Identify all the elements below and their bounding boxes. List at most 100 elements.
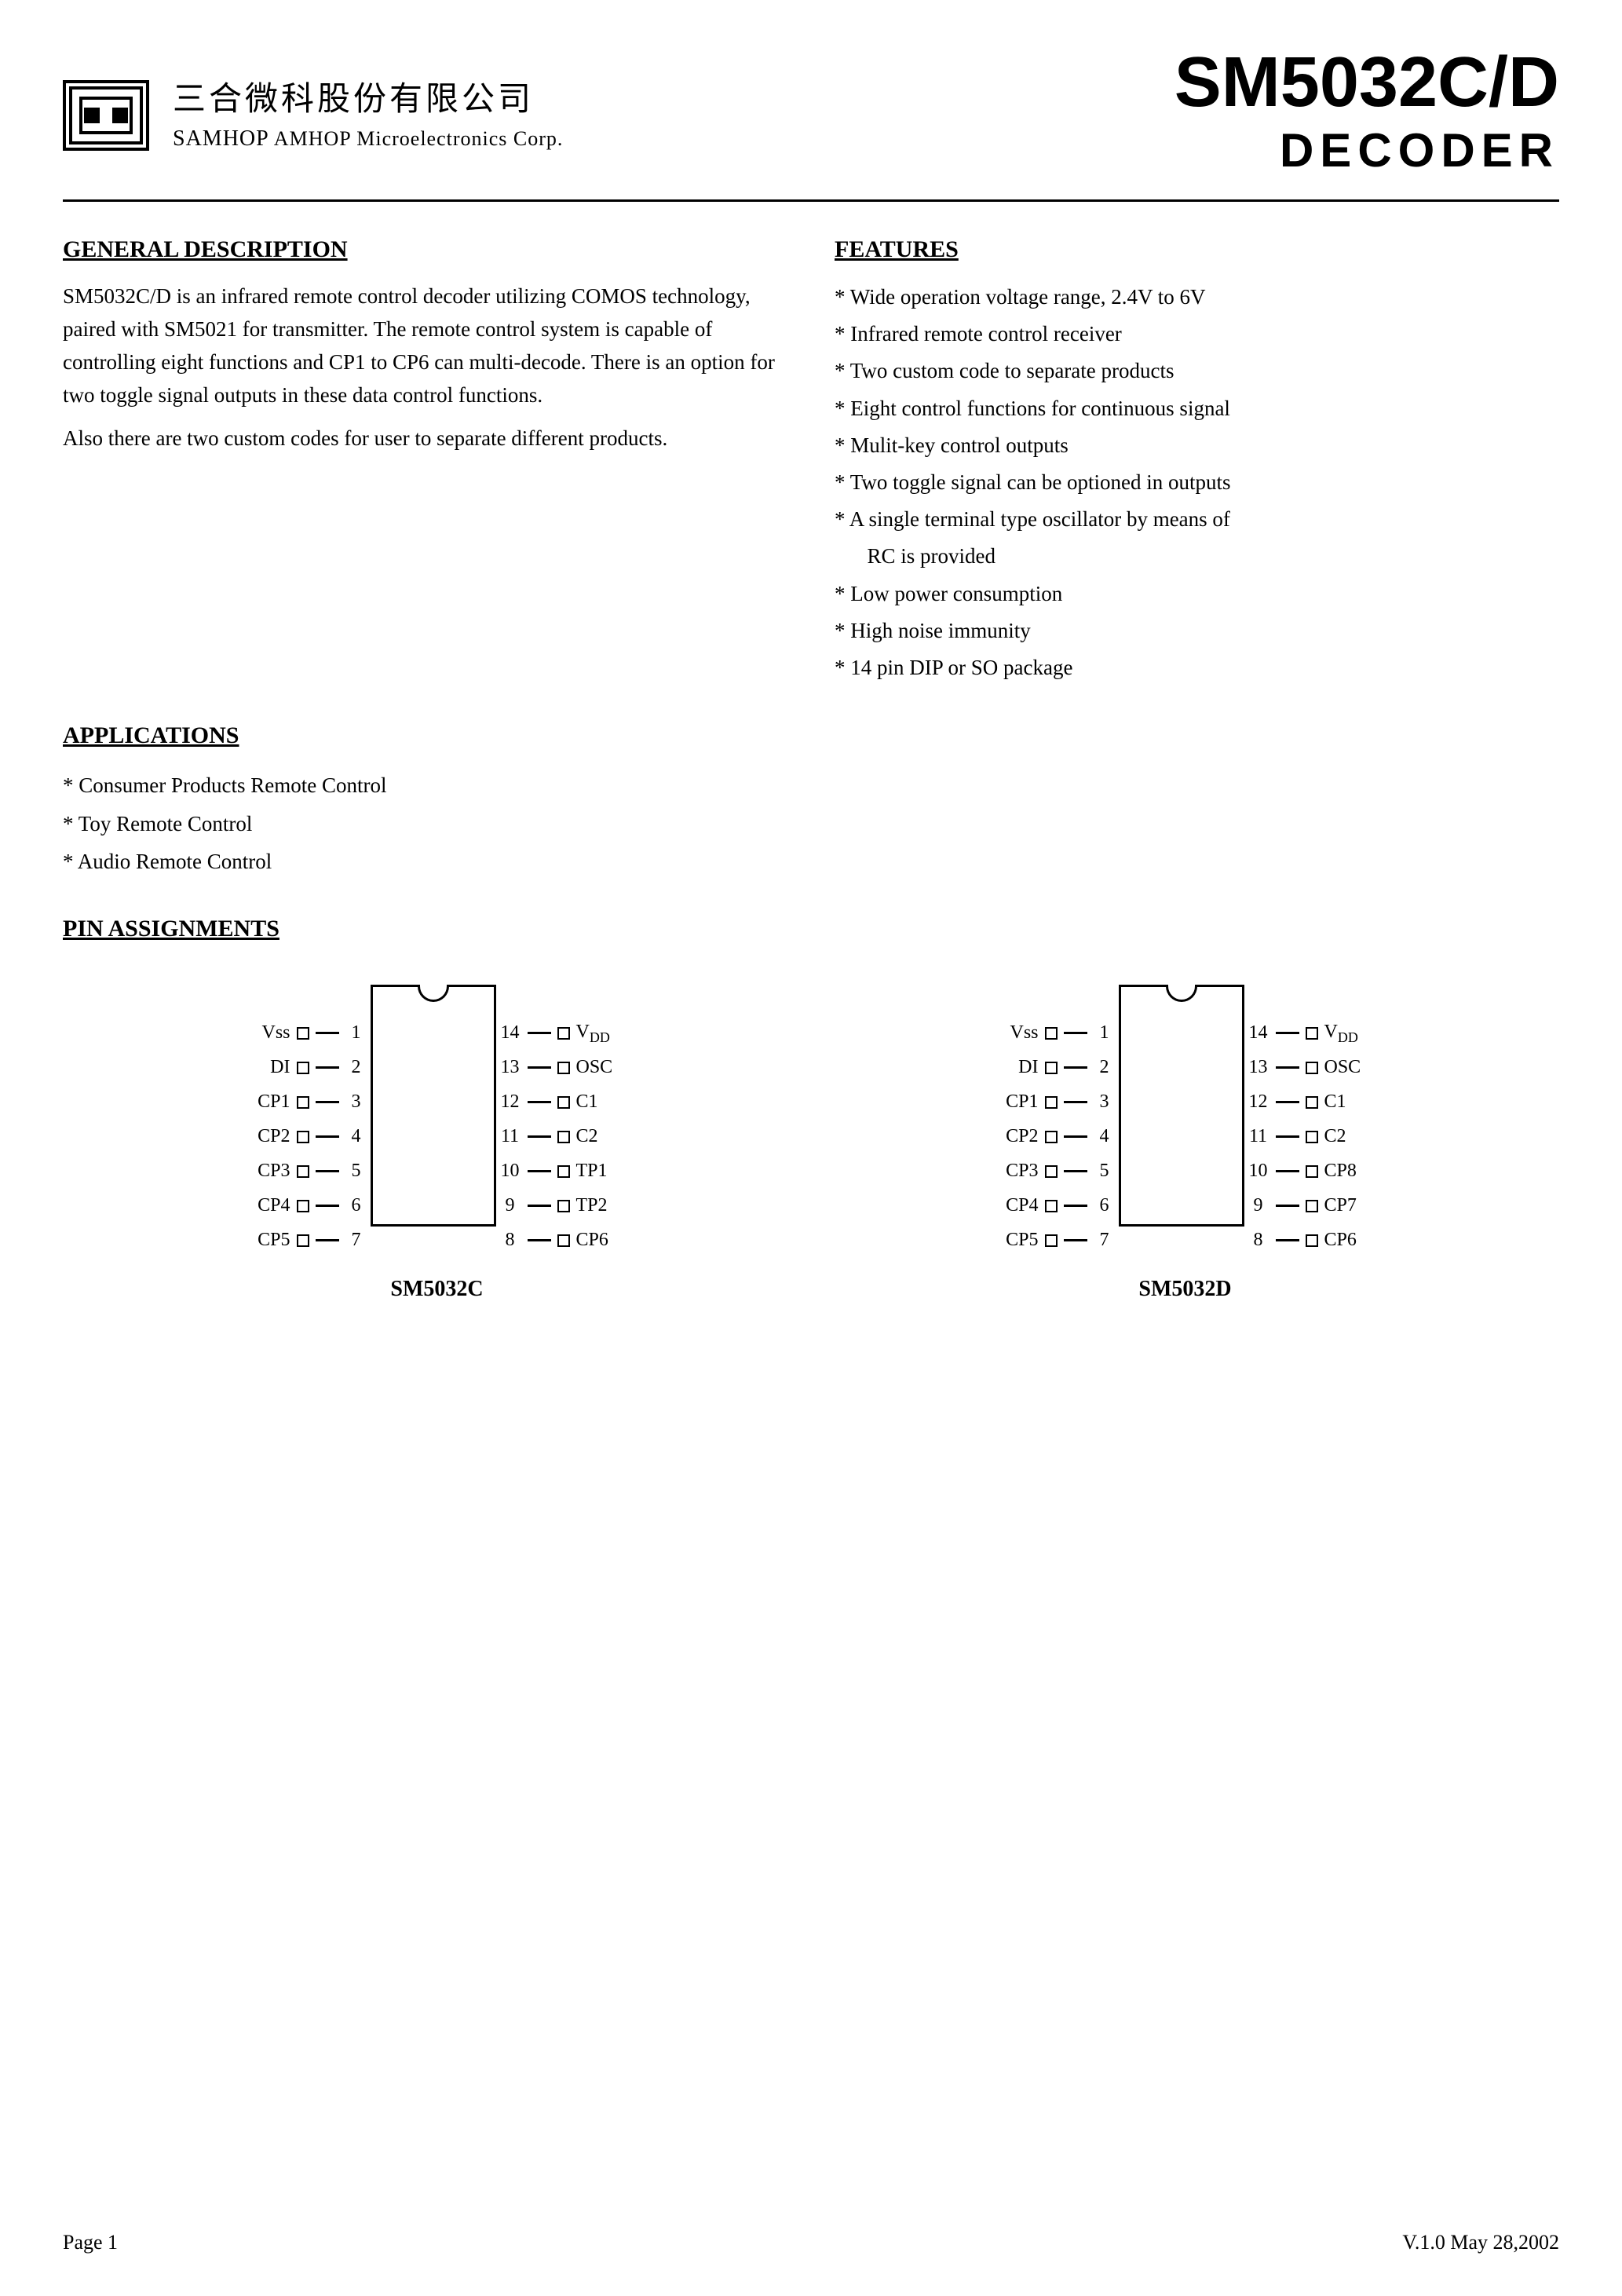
pin-row-d-vss: Vss 1 (992, 1016, 1119, 1051)
pin-stub (1276, 1135, 1299, 1138)
pin-square (1306, 1096, 1318, 1109)
pin-row-d-cp3: CP3 5 (992, 1154, 1119, 1189)
pin-diagrams: Vss 1 DI 2 CP1 3 (63, 985, 1559, 1304)
app-item-3: Audio Remote Control (63, 843, 1559, 881)
general-description-body: SM5032C/D is an infrared remote control … (63, 280, 787, 455)
pin-row-cp1: CP1 3 (243, 1085, 371, 1120)
pin-square (557, 1200, 570, 1212)
pin-stub (1276, 1101, 1299, 1103)
feature-item-7: A single terminal type oscillator by mea… (835, 503, 1559, 536)
pin-square (1045, 1062, 1058, 1074)
feature-item-5: Mulit-key control outputs (835, 429, 1559, 462)
pin-row-d-14: 14 VDD (1244, 1016, 1379, 1051)
pin-row-d-di: DI 2 (992, 1051, 1119, 1085)
pin-stub (316, 1239, 339, 1241)
sm5032d-body (1119, 985, 1244, 1227)
pin-row-d-cp2: CP2 4 (992, 1120, 1119, 1154)
pin-stub (1276, 1239, 1299, 1241)
pin-stub (528, 1239, 551, 1241)
pin-square (1045, 1200, 1058, 1212)
feature-item-2: Infrared remote control receiver (835, 317, 1559, 351)
pin-row-d-9: 9 CP7 (1244, 1189, 1379, 1223)
pin-row-11: 11 C2 (496, 1120, 631, 1154)
pin-stub (1064, 1066, 1087, 1069)
pin-stub (1276, 1032, 1299, 1034)
features-list: Wide operation voltage range, 2.4V to 6V… (835, 280, 1559, 685)
company-logo (63, 80, 149, 151)
feature-item-9: High noise immunity (835, 614, 1559, 648)
pin-stub (316, 1032, 339, 1034)
app-item-2: Toy Remote Control (63, 805, 1559, 843)
chip-notch (418, 985, 449, 1002)
pin-stub (316, 1101, 339, 1103)
sm5032c-right-pins: 14 VDD 13 OSC 12 C (496, 985, 631, 1258)
features-section: FEATURES Wide operation voltage range, 2… (835, 233, 1559, 688)
main-content: GENERAL DESCRIPTION SM5032C/D is an infr… (63, 233, 1559, 688)
sm5032d-right-pins: 14 VDD 13 OSC 12 C (1244, 985, 1379, 1258)
header-divider (63, 199, 1559, 202)
pin-stub (528, 1170, 551, 1172)
pin-stub (528, 1032, 551, 1034)
feature-item-6: Two toggle signal can be optioned in out… (835, 466, 1559, 499)
pin-stub (528, 1066, 551, 1069)
pin-row-cp3: CP3 5 (243, 1154, 371, 1189)
chip-info: SM5032C/D DECODER (1174, 47, 1559, 184)
sm5032d-diagram: Vss 1 DI 2 CP1 3 (992, 985, 1379, 1304)
applications-title: APPLICATIONS (63, 719, 1559, 752)
chip-notch-d (1166, 985, 1197, 1002)
english-company-name: SAMHOP AMHOP Microelectronics Corp. (173, 123, 563, 154)
sm5032c-label: SM5032C (390, 1274, 483, 1304)
pin-stub (1064, 1032, 1087, 1034)
pin-stub (1276, 1066, 1299, 1069)
pin-row-d-cp5: CP5 7 (992, 1223, 1119, 1258)
pin-row-d-10: 10 CP8 (1244, 1154, 1379, 1189)
general-description-section: GENERAL DESCRIPTION SM5032C/D is an infr… (63, 233, 787, 688)
pin-stub (528, 1205, 551, 1207)
chip-subtitle: DECODER (1174, 118, 1559, 184)
pin-square (1306, 1131, 1318, 1143)
pin-square (1306, 1165, 1318, 1178)
pin-square (1045, 1131, 1058, 1143)
pin-stub (1064, 1170, 1087, 1172)
pin-row-cp2: CP2 4 (243, 1120, 371, 1154)
pin-square (1306, 1234, 1318, 1247)
pin-square (1306, 1200, 1318, 1212)
pin-row-12: 12 C1 (496, 1085, 631, 1120)
pin-square (557, 1234, 570, 1247)
pin-square (557, 1165, 570, 1178)
feature-item-7b: RC is provided (835, 539, 1559, 573)
pin-square (297, 1062, 309, 1074)
general-description-p2: Also there are two custom codes for user… (63, 422, 787, 455)
feature-item-10: 14 pin DIP or SO package (835, 651, 1559, 685)
pin-square (297, 1096, 309, 1109)
pin-square (1045, 1165, 1058, 1178)
pin-row-d-13: 13 OSC (1244, 1051, 1379, 1085)
header: 三合微科股份有限公司 SAMHOP AMHOP Microelectronics… (63, 47, 1559, 184)
footer: Page 1 V.1.0 May 28,2002 (63, 2228, 1559, 2257)
app-item-1: Consumer Products Remote Control (63, 766, 1559, 805)
feature-item-8: Low power consumption (835, 577, 1559, 611)
pin-row-di: DI 2 (243, 1051, 371, 1085)
pin-row-14: 14 VDD (496, 1016, 631, 1051)
pin-stub (316, 1066, 339, 1069)
company-info: 三合微科股份有限公司 SAMHOP AMHOP Microelectronics… (63, 77, 563, 154)
company-text: 三合微科股份有限公司 SAMHOP AMHOP Microelectronics… (173, 77, 563, 154)
pin-square (297, 1200, 309, 1212)
chinese-company-name: 三合微科股份有限公司 (173, 77, 563, 123)
pin-row-8: 8 CP6 (496, 1223, 631, 1258)
general-description-p1: SM5032C/D is an infrared remote control … (63, 280, 787, 411)
feature-item-1: Wide operation voltage range, 2.4V to 6V (835, 280, 1559, 314)
sm5032c-diagram: Vss 1 DI 2 CP1 3 (243, 985, 631, 1304)
pin-row-d-cp1: CP1 3 (992, 1085, 1119, 1120)
pin-stub (1064, 1101, 1087, 1103)
pin-row-cp4: CP4 6 (243, 1189, 371, 1223)
pin-square (297, 1165, 309, 1178)
pin-square (1045, 1027, 1058, 1040)
pin-row-d-cp4: CP4 6 (992, 1189, 1119, 1223)
pin-assignments-title: PIN ASSIGNMENTS (63, 912, 1559, 945)
pin-row-cp5: CP5 7 (243, 1223, 371, 1258)
general-description-title: GENERAL DESCRIPTION (63, 233, 787, 266)
pin-stub (316, 1170, 339, 1172)
pin-assignments-section: PIN ASSIGNMENTS Vss 1 DI 2 (63, 912, 1559, 1304)
pin-stub (1064, 1205, 1087, 1207)
